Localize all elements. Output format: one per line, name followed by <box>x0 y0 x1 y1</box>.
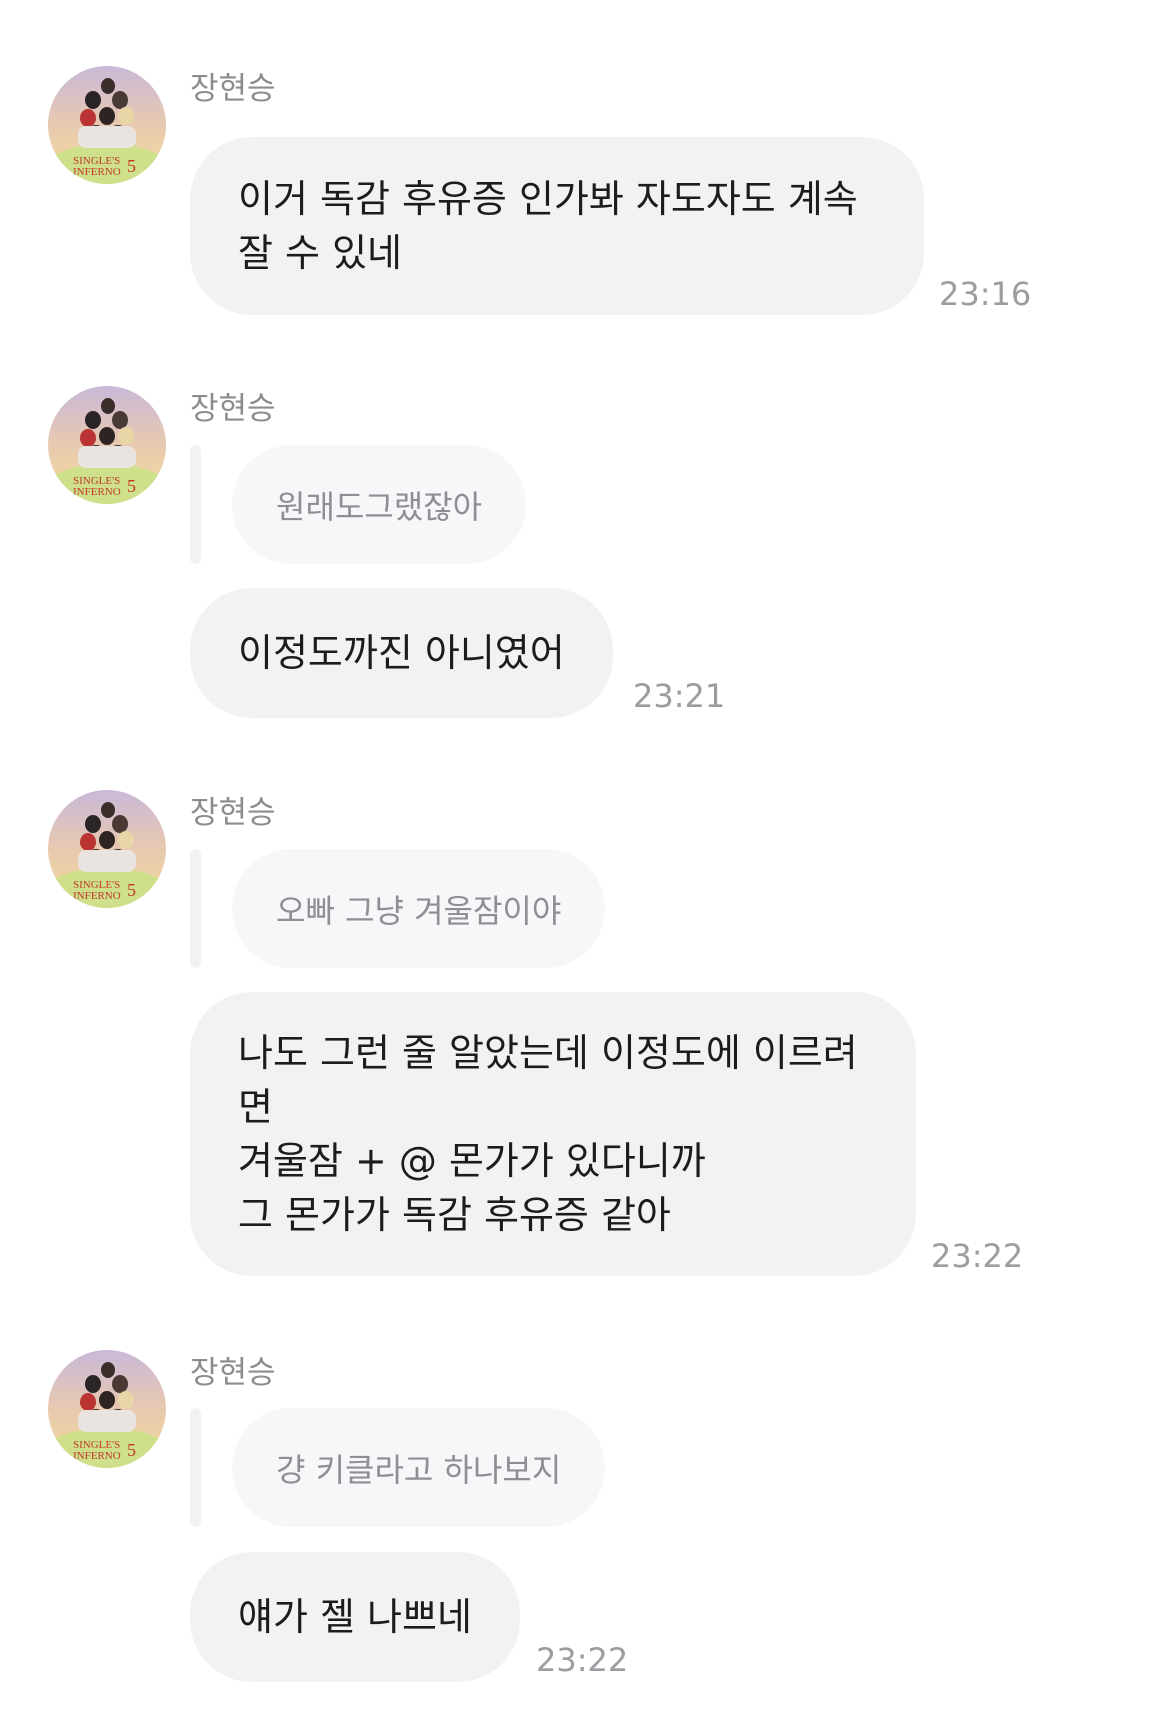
sender-name: 장현승 <box>190 71 276 107</box>
svg-text:INFERNO: INFERNO <box>73 166 121 178</box>
svg-text:5: 5 <box>127 156 136 176</box>
quote-indicator <box>190 445 201 564</box>
message-bubble[interactable]: 얘가 젤 나쁘네 <box>190 1552 520 1682</box>
svg-text:5: 5 <box>127 1440 136 1460</box>
message-bubble[interactable]: 이정도까진 아니였어 <box>190 588 613 718</box>
svg-text:INFERNO: INFERNO <box>73 486 121 498</box>
svg-text:5: 5 <box>127 476 136 496</box>
quoted-message[interactable]: 오빠 그냥 겨울잠이야 <box>232 849 606 968</box>
message-timestamp: 23:16 <box>939 275 1032 313</box>
svg-text:5: 5 <box>127 880 136 900</box>
message-text: 이정도까진 아니였어 <box>238 631 565 675</box>
message-bubble[interactable]: 이거 독감 후유증 인가봐 자도자도 계속 잘 수 있네 <box>190 137 924 315</box>
message-timestamp: 23:22 <box>536 1641 629 1679</box>
sender-name: 장현승 <box>190 391 276 427</box>
message-bubble[interactable]: 나도 그런 줄 알았는데 이정도에 이르려 면 겨울잠 + @ 몬가가 있다니까… <box>190 992 916 1276</box>
svg-text:INFERNO: INFERNO <box>73 890 121 902</box>
quoted-message[interactable]: 걍 키클라고 하나보지 <box>232 1408 606 1527</box>
quote-indicator <box>190 849 201 968</box>
message-text: 이거 독감 후유증 인가봐 자도자도 계속 잘 수 있네 <box>238 177 858 275</box>
sender-name: 장현승 <box>190 1355 276 1391</box>
message-timestamp: 23:22 <box>931 1237 1024 1275</box>
svg-text:INFERNO: INFERNO <box>73 1450 121 1462</box>
profile-avatar-icon: SINGLE'S INFERNO 5 <box>48 386 166 504</box>
avatar[interactable]: SINGLE'S INFERNO 5 <box>48 790 166 908</box>
profile-avatar-icon: SINGLE'S INFERNO 5 <box>48 790 166 908</box>
profile-avatar-icon: SINGLE'S INFERNO 5 <box>48 1350 166 1468</box>
avatar[interactable]: SINGLE'S INFERNO 5 <box>48 386 166 504</box>
quoted-message[interactable]: 원래도그랬잖아 <box>232 445 527 564</box>
message-text: 얘가 젤 나쁘네 <box>238 1595 472 1639</box>
quote-indicator <box>190 1408 201 1527</box>
message-text: 나도 그런 줄 알았는데 이정도에 이르려 면 겨울잠 + @ 몬가가 있다니까… <box>238 1031 858 1237</box>
profile-avatar-icon: SINGLE'S INFERNO 5 <box>48 66 166 184</box>
avatar[interactable]: SINGLE'S INFERNO 5 <box>48 66 166 184</box>
avatar[interactable]: SINGLE'S INFERNO 5 <box>48 1350 166 1468</box>
message-timestamp: 23:21 <box>633 677 726 715</box>
sender-name: 장현승 <box>190 795 276 831</box>
